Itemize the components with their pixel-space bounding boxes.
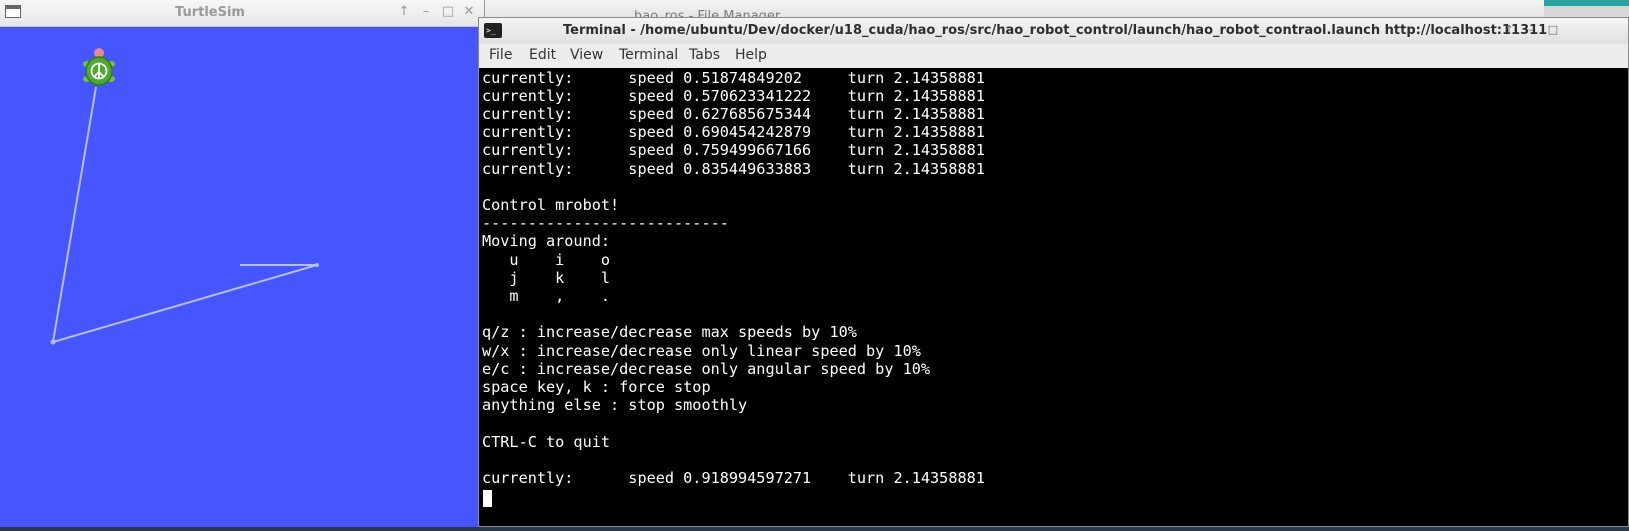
close-button[interactable]: ✕ [461, 4, 477, 20]
terminal-line: m , . [482, 287, 611, 305]
terminal-line: currently: speed 0.51874849202 turn 2.14… [482, 69, 985, 87]
terminal-line: currently: speed 0.759499667166 turn 2.1… [482, 141, 985, 159]
minimize-button[interactable]: – [418, 4, 434, 20]
menu-terminal[interactable]: Terminal [619, 47, 678, 63]
menu-tabs[interactable]: Tabs [689, 47, 720, 63]
terminal-window: >_ Terminal - /home/ubuntu/Dev/docker/u1… [478, 17, 1629, 527]
keep-above-button[interactable]: ↑ [1501, 23, 1517, 37]
terminal-line: currently: speed 0.690454242879 turn 2.1… [482, 123, 985, 141]
terminal-line: currently: speed 0.570623341222 turn 2.1… [482, 87, 985, 105]
menu-help[interactable]: Help [735, 47, 767, 63]
menu-edit[interactable]: Edit [529, 47, 556, 63]
menu-file[interactable]: File [489, 47, 512, 63]
turtlesim-canvas [0, 27, 482, 527]
terminal-line: q/z : increase/decrease max speeds by 10… [482, 323, 857, 341]
maximize-button[interactable]: □ [440, 4, 456, 20]
terminal-line: e/c : increase/decrease only angular spe… [482, 360, 931, 378]
terminal-line: w/x : increase/decrease only linear spee… [482, 342, 921, 360]
terminal-menubar: File Edit View Terminal Tabs Help [479, 44, 1628, 68]
terminal-app-icon[interactable]: >_ [484, 23, 502, 38]
terminal-title: Terminal - /home/ubuntu/Dev/docker/u18_c… [563, 23, 1548, 38]
terminal-line: j k l [482, 269, 611, 287]
menu-view[interactable]: View [570, 47, 603, 63]
terminal-cursor [483, 490, 492, 507]
terminal-line: Moving around: [482, 232, 611, 250]
terminal-line: currently: speed 0.835449633883 turn 2.1… [482, 160, 985, 178]
terminal-line: Control mrobot! [482, 196, 620, 214]
terminal-line: CTRL-C to quit [482, 433, 611, 451]
turtle-trail [50, 48, 319, 345]
terminal-titlebar[interactable]: >_ Terminal - /home/ubuntu/Dev/docker/u1… [479, 18, 1628, 45]
turtlesim-titlebar[interactable]: TurtleSim ↑ – □ ✕ [0, 0, 484, 27]
terminal-line: --------------------------- [482, 214, 729, 232]
maximize-button[interactable]: □ [1545, 23, 1561, 37]
keep-above-button[interactable]: ↑ [396, 4, 412, 20]
terminal-line: anything else : stop smoothly [482, 396, 748, 414]
terminal-output[interactable]: currently: speed 0.51874849202 turn 2.14… [479, 68, 1628, 526]
turtlesim-title: TurtleSim [175, 5, 245, 20]
turtlesim-window: TurtleSim ↑ – □ ✕ [0, 0, 485, 527]
terminal-line: currently: speed 0.627685675344 turn 2.1… [482, 105, 985, 123]
terminal-line: space key, k : force stop [482, 378, 711, 396]
terminal-line: currently: speed 0.918994597271 turn 2.1… [482, 469, 985, 487]
minimize-button[interactable]: – [1523, 23, 1539, 37]
turtle-icon [83, 48, 115, 86]
terminal-line: u i o [482, 251, 611, 269]
